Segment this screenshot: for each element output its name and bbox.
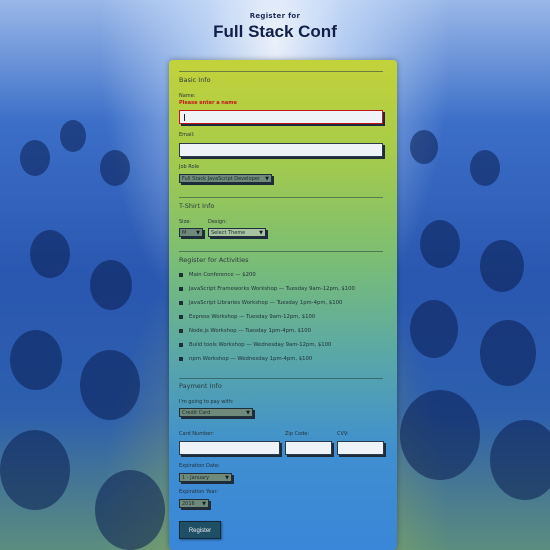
activity-item[interactable]: npm Workshop — Wednesday 1pm-4pm, $100 xyxy=(179,356,312,362)
cvv-input[interactable] xyxy=(337,441,384,455)
name-error-message: Please enter a name xyxy=(179,100,237,106)
checkbox-icon[interactable] xyxy=(179,357,183,361)
activity-item[interactable]: Build tools Workshop — Wednesday 9am-12p… xyxy=(179,342,331,348)
divider xyxy=(179,71,383,72)
section-title-tshirt-info: T-Shirt Info xyxy=(179,202,215,210)
section-title-payment-info: Payment Info xyxy=(179,382,222,390)
page-header: Register for Full Stack Conf xyxy=(0,12,550,42)
job-role-select[interactable]: Full Stack JavaScript Developer ▼ xyxy=(179,174,272,183)
checkbox-icon[interactable] xyxy=(179,329,183,333)
caret-down-icon: ▼ xyxy=(196,230,200,236)
design-label: Design: xyxy=(208,219,227,225)
size-value: M xyxy=(182,230,187,236)
register-button[interactable]: Register xyxy=(179,521,221,539)
size-label: Size: xyxy=(179,219,191,225)
checkbox-icon[interactable] xyxy=(179,315,183,319)
activity-label: Express Workshop — Tuesday 9am-12pm, $10… xyxy=(189,314,316,320)
divider xyxy=(179,251,383,252)
design-select[interactable]: Select Theme ▼ xyxy=(208,228,266,237)
job-role-value: Full Stack JavaScript Developer xyxy=(182,176,260,182)
header-pretitle: Register for xyxy=(249,12,301,20)
checkbox-icon[interactable] xyxy=(179,343,183,347)
card-number-input[interactable] xyxy=(179,441,280,455)
design-value: Select Theme xyxy=(211,230,246,236)
activity-label: Node.js Workshop — Tuesday 1pm-4pm, $100 xyxy=(189,328,311,334)
activity-item[interactable]: Node.js Workshop — Tuesday 1pm-4pm, $100 xyxy=(179,328,311,334)
activity-label: Main Conference — $200 xyxy=(189,272,256,278)
pay-with-label: I'm going to pay with: xyxy=(179,399,234,405)
payment-method-value: Credit Card xyxy=(182,410,211,416)
activity-label: JavaScript Frameworks Workshop — Tuesday… xyxy=(189,286,355,292)
expiration-year-select[interactable]: 2016 ▼ xyxy=(179,499,209,508)
activity-label: Build tools Workshop — Wednesday 9am-12p… xyxy=(189,342,332,348)
activity-label: JavaScript Libraries Workshop — Tuesday … xyxy=(189,300,343,306)
page-title: Full Stack Conf xyxy=(213,22,337,41)
email-input[interactable] xyxy=(179,143,383,157)
text-caret xyxy=(184,114,185,121)
expiration-date-label: Expiration Date: xyxy=(179,463,220,469)
activity-item[interactable]: JavaScript Libraries Workshop — Tuesday … xyxy=(179,300,342,306)
card-number-label: Card Number: xyxy=(179,431,214,437)
expiration-year-value: 2016 xyxy=(182,501,195,507)
size-select[interactable]: M ▼ xyxy=(179,228,203,237)
checkbox-icon[interactable] xyxy=(179,287,183,291)
caret-down-icon: ▼ xyxy=(202,501,206,507)
section-title-activities: Register for Activities xyxy=(179,256,249,264)
caret-down-icon: ▼ xyxy=(246,410,250,416)
divider xyxy=(179,197,383,198)
section-title-basic-info: Basic Info xyxy=(179,76,211,84)
divider xyxy=(179,378,383,379)
expiration-year-label: Expiration Year: xyxy=(179,489,219,495)
checkbox-icon[interactable] xyxy=(179,301,183,305)
caret-down-icon: ▼ xyxy=(225,475,229,481)
activity-label: npm Workshop — Wednesday 1pm-4pm, $100 xyxy=(189,356,313,362)
zip-code-input[interactable] xyxy=(285,441,332,455)
payment-method-select[interactable]: Credit Card ▼ xyxy=(179,408,253,417)
name-input[interactable] xyxy=(179,110,383,124)
cvv-label: CVV: xyxy=(337,431,349,437)
expiration-month-select[interactable]: 1 - January ▼ xyxy=(179,473,232,482)
checkbox-icon[interactable] xyxy=(179,273,183,277)
caret-down-icon: ▼ xyxy=(265,176,269,182)
email-label: Email: xyxy=(179,132,195,138)
expiration-month-value: 1 - January xyxy=(182,475,210,481)
name-label: Name: xyxy=(179,93,196,99)
activity-item[interactable]: JavaScript Frameworks Workshop — Tuesday… xyxy=(179,286,355,292)
caret-down-icon: ▼ xyxy=(259,230,263,236)
activity-item[interactable]: Express Workshop — Tuesday 9am-12pm, $10… xyxy=(179,314,315,320)
zip-code-label: Zip Code: xyxy=(285,431,310,437)
activity-item[interactable]: Main Conference — $200 xyxy=(179,272,256,278)
job-role-label: Job Role xyxy=(179,164,200,170)
registration-form: Basic Info Name: Please enter a name Ema… xyxy=(169,60,397,550)
